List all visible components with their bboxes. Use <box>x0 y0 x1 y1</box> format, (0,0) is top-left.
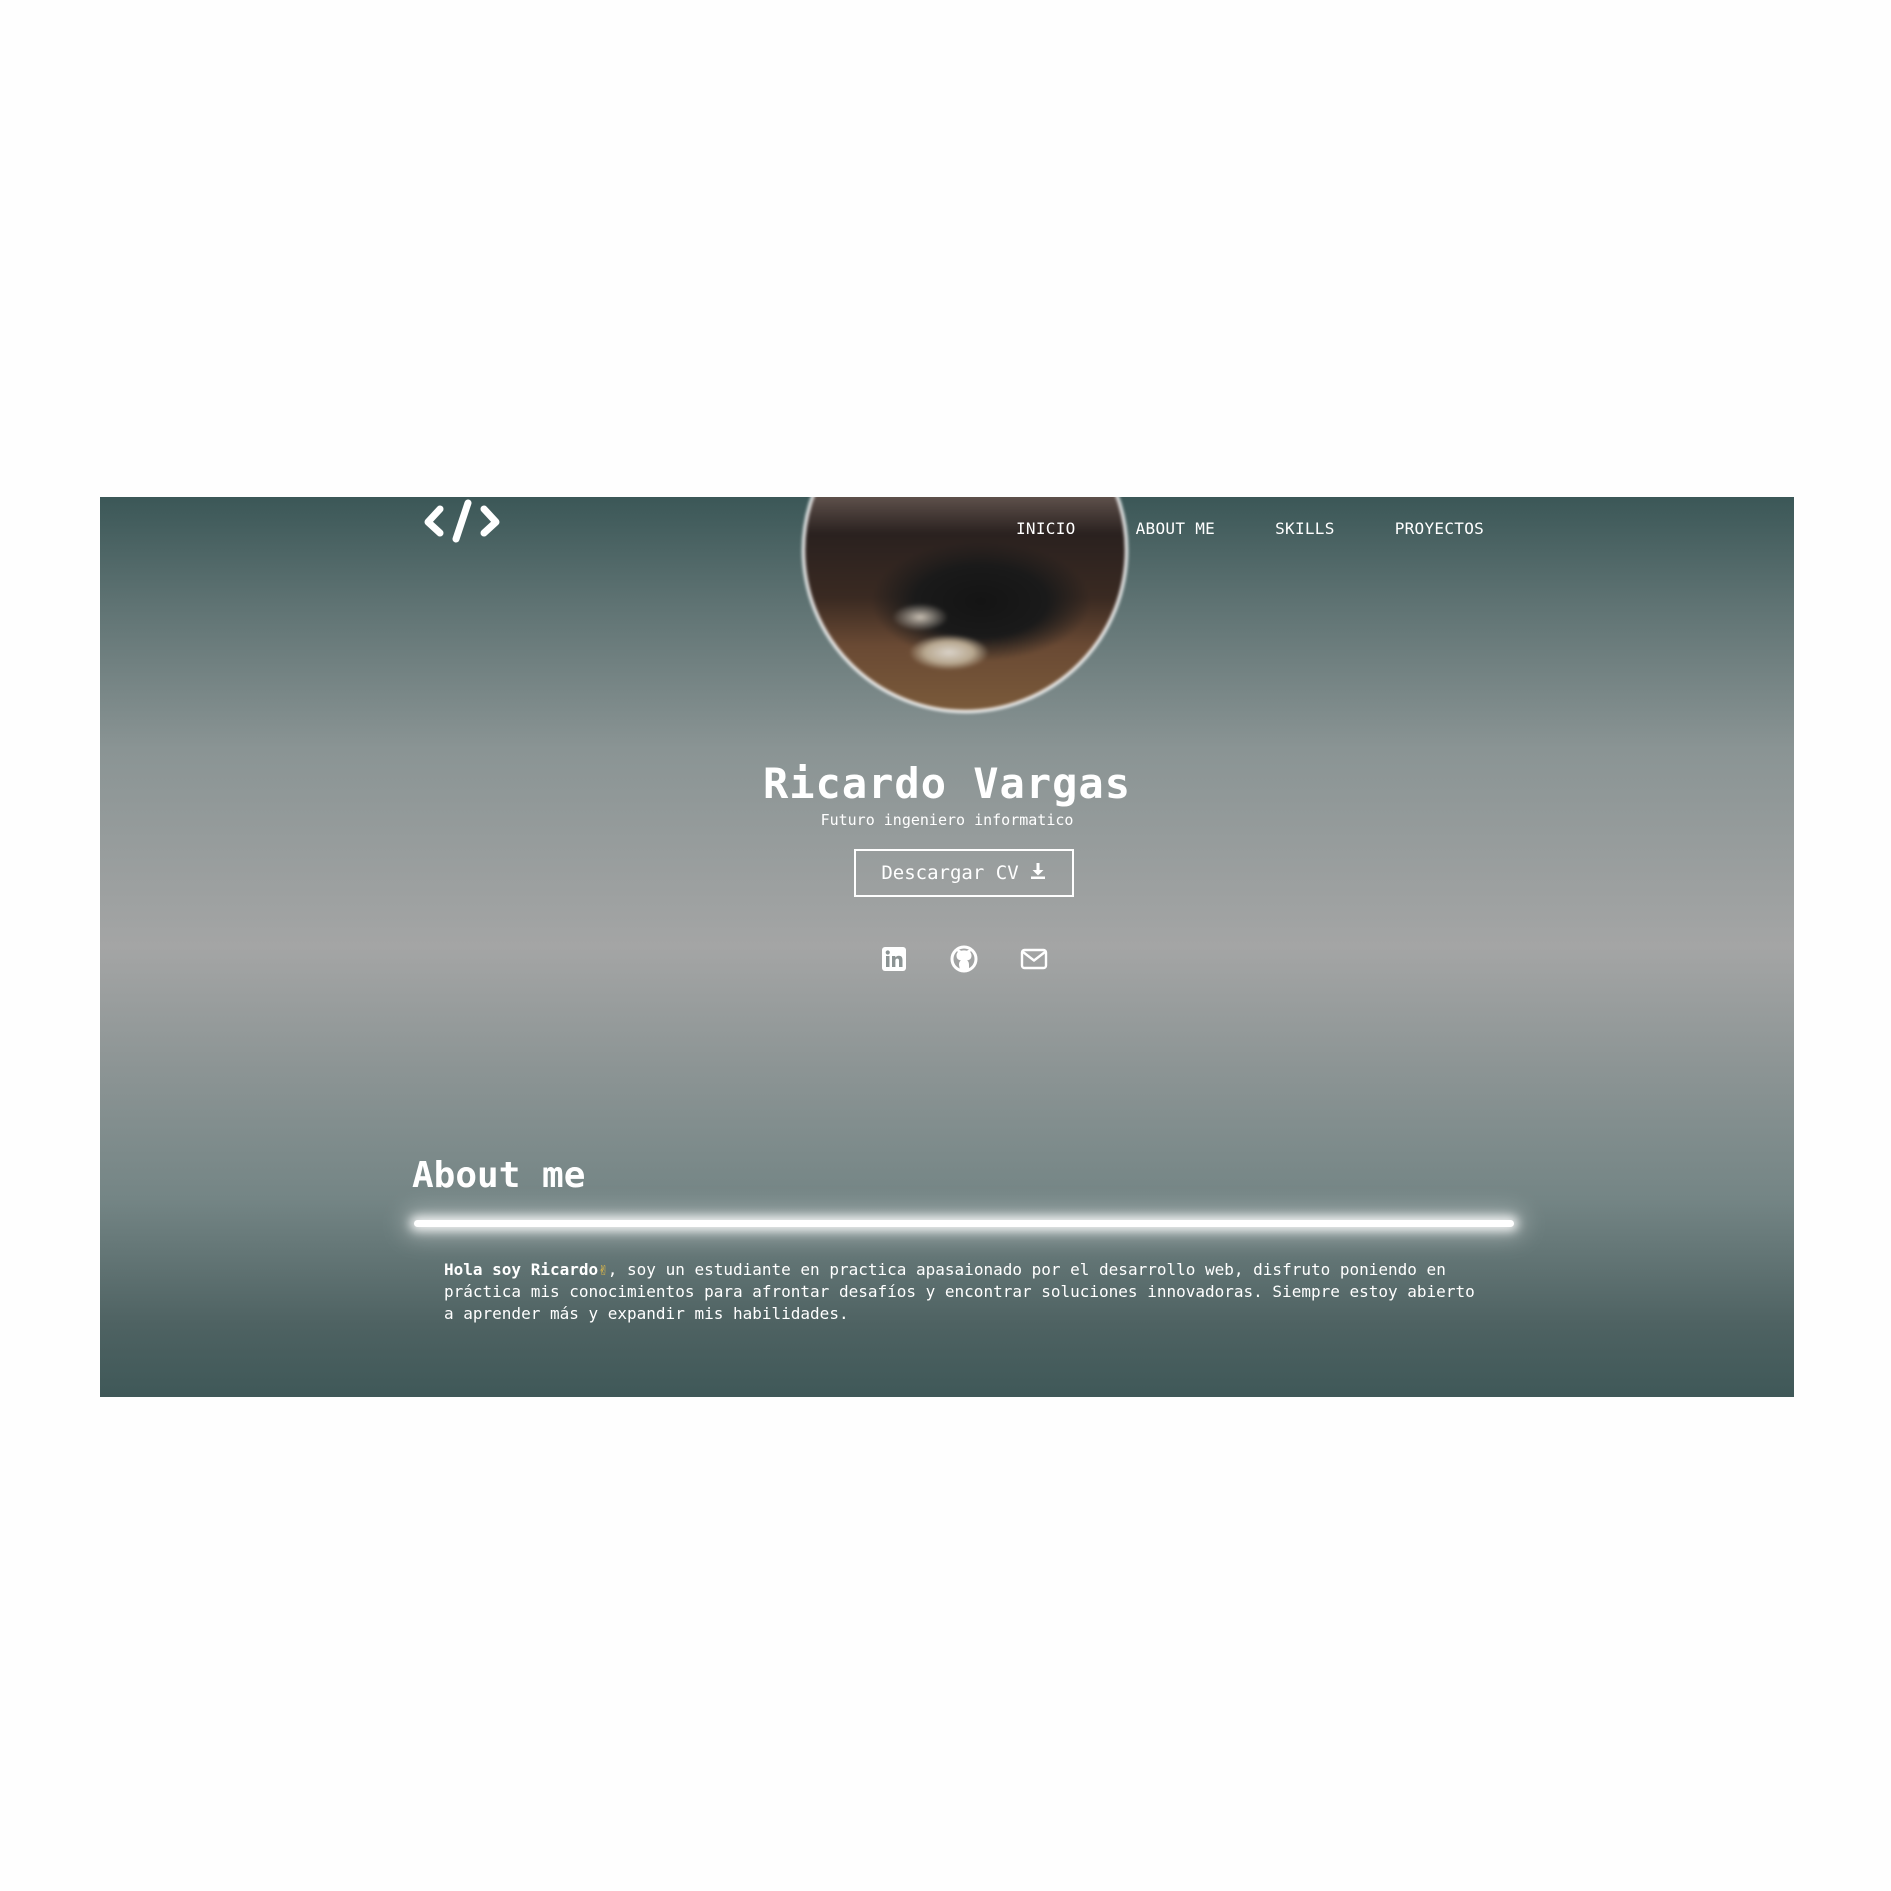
hero-subtitle: Futuro ingeniero informatico <box>820 811 1074 829</box>
main-nav: INICIO ABOUT ME SKILLS PROYECTOS <box>1016 515 1484 542</box>
about-divider <box>414 1220 1514 1227</box>
code-brackets-icon[interactable] <box>422 497 502 547</box>
peace-emoji: ✌ <box>598 1260 608 1279</box>
download-cv-label: Descargar CV <box>881 862 1019 884</box>
about-title: About me <box>412 1155 586 1196</box>
linkedin-icon[interactable] <box>880 945 908 973</box>
mail-icon[interactable] <box>1020 945 1048 973</box>
about-paragraph: Hola soy Ricardo✌, soy un estudiante en … <box>444 1259 1484 1325</box>
social-links <box>880 945 1048 973</box>
nav-item-skills[interactable]: SKILLS <box>1275 515 1335 542</box>
about-greeting: Hola soy Ricardo <box>444 1260 599 1279</box>
nav-item-inicio[interactable]: INICIO <box>1016 515 1076 542</box>
download-icon <box>1029 862 1047 885</box>
nav-item-about-me[interactable]: ABOUT ME <box>1136 515 1215 542</box>
github-icon[interactable] <box>950 945 978 973</box>
portfolio-page: INICIO ABOUT ME SKILLS PROYECTOS Ricardo… <box>100 497 1794 1397</box>
download-cv-button[interactable]: Descargar CV <box>854 849 1074 897</box>
hero-name: Ricardo Vargas <box>762 759 1131 808</box>
nav-item-proyectos[interactable]: PROYECTOS <box>1395 515 1484 542</box>
